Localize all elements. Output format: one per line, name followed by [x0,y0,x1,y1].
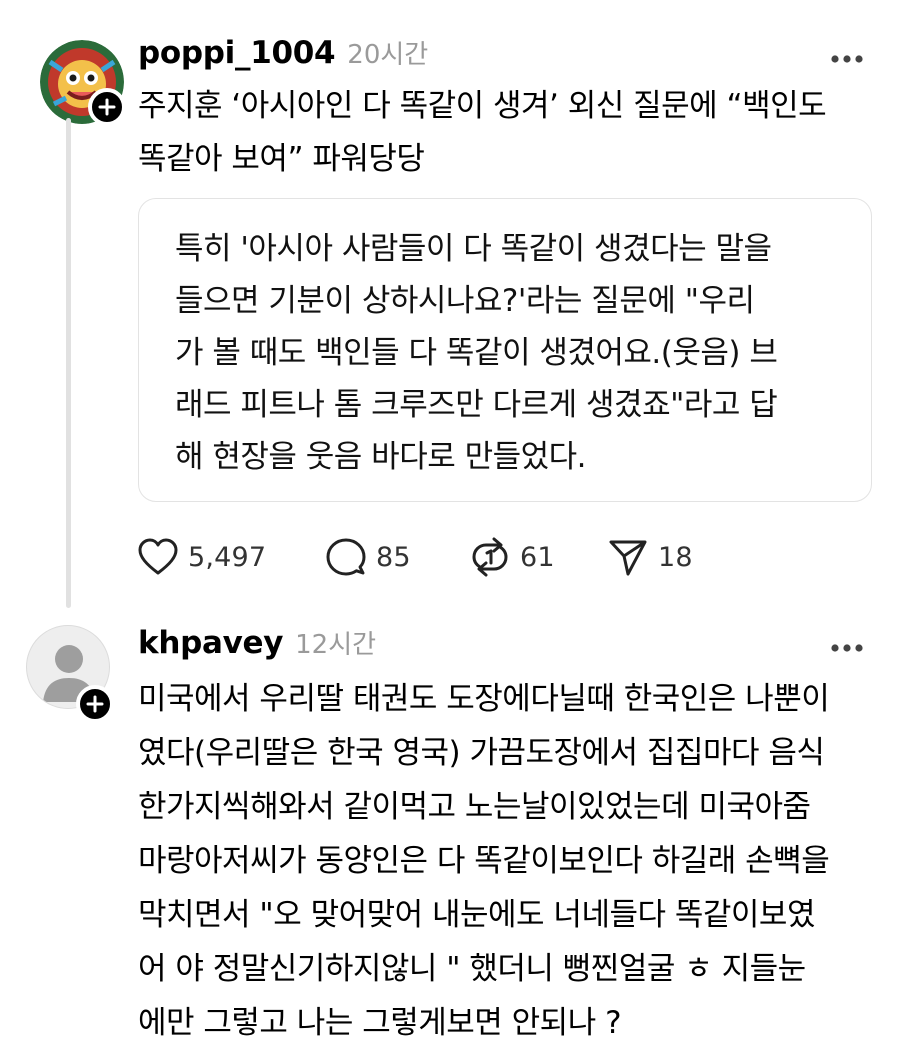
more-button[interactable] [830,638,864,652]
send-icon [609,540,647,576]
post-header: poppi_1004 20시간 [138,34,428,71]
thread-line [66,118,71,608]
reply-count: 85 [376,541,411,573]
repost-button[interactable]: 61 [470,534,555,580]
share-count: 18 [658,541,693,573]
reply-button[interactable]: 85 [326,534,411,580]
timestamp[interactable]: 12시간 [295,624,376,661]
action-bar: 5,497 85 61 18 [138,534,838,580]
thread-post: poppi_1004 20시간 주지훈 ‘아시아인 다 똑같이 생겨’ 외신 질… [0,0,900,610]
post-header: khpavey 12시간 [138,624,376,661]
follow-button[interactable] [88,88,126,126]
share-button[interactable]: 18 [608,534,693,580]
avatar[interactable] [40,40,130,130]
heart-icon [138,538,178,575]
like-button[interactable]: 5,497 [138,534,266,580]
username[interactable]: khpavey [138,625,283,661]
repost-count: 61 [520,541,555,573]
post-text: 주지훈 ‘아시아인 다 똑같이 생겨’ 외신 질문에 “백인도 똑같아 보여” … [138,88,827,177]
follow-button[interactable] [76,685,114,723]
more-button[interactable] [830,49,864,63]
avatar[interactable] [26,625,116,723]
comment-icon [326,538,366,576]
thread-post: khpavey 12시간 미국에서 우리딸 태권도 도장에다닐때 한국인은 나뿐… [0,610,900,1041]
username[interactable]: poppi_1004 [138,35,336,71]
more-icon [831,55,863,63]
like-count: 5,497 [188,541,267,573]
plus-icon [86,695,104,713]
plus-icon [98,98,116,116]
more-icon [831,644,863,652]
repost-icon [472,537,508,577]
timestamp[interactable]: 20시간 [347,34,428,71]
quote-text: 특히 '아시아 사람들이 다 똑같이 생겼다는 말을 들으면 기분이 상하시나요… [175,231,778,475]
post-text: 미국에서 우리딸 태권도 도장에다닐때 한국인은 나뿐이 였다(우리딸은 한국 … [138,681,830,1041]
quote-box: 특히 '아시아 사람들이 다 똑같이 생겼다는 말을 들으면 기분이 상하시나요… [138,198,872,502]
